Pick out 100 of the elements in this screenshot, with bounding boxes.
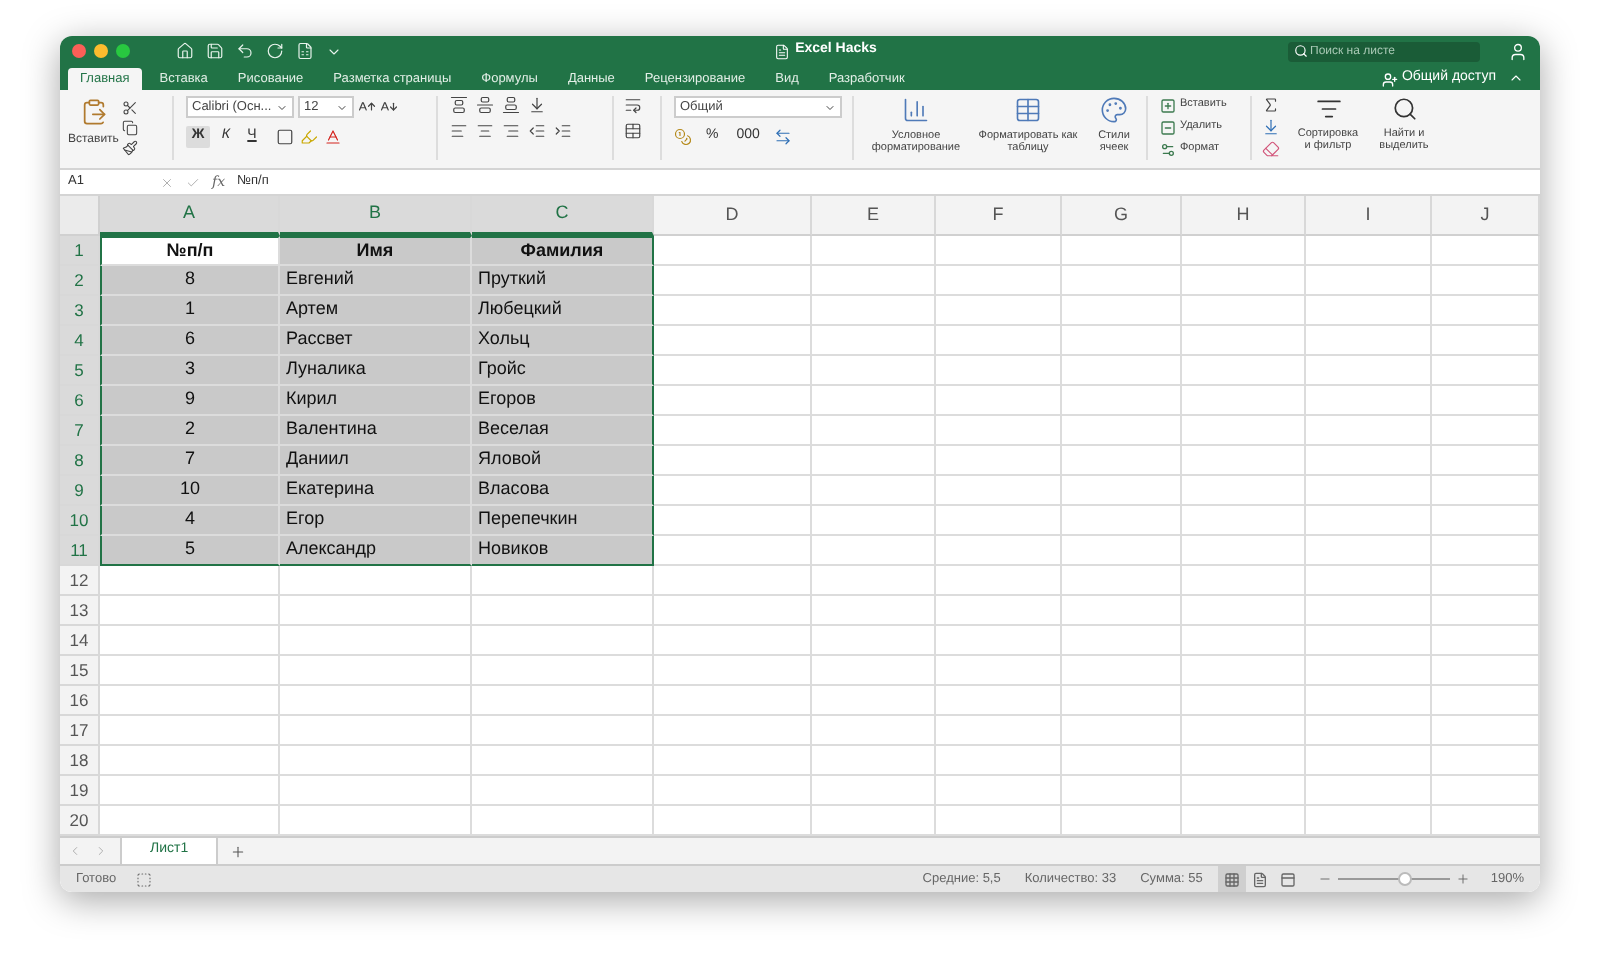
indent-decrease-icon[interactable]: [528, 122, 546, 140]
zoom-slider-thumb[interactable]: [1398, 872, 1413, 886]
row-header[interactable]: 11: [60, 536, 100, 566]
shrink-font-icon[interactable]: [380, 98, 398, 116]
grow-font-icon[interactable]: [358, 98, 376, 116]
row-header[interactable]: 16: [60, 686, 100, 716]
align-top-icon[interactable]: [450, 96, 468, 114]
paintbrush-icon[interactable]: [122, 140, 139, 156]
empty-cell: [812, 656, 936, 686]
empty-cell: [1182, 566, 1306, 596]
empty-cell: [1182, 296, 1306, 326]
table-cell: Хольц: [472, 326, 654, 356]
row-header[interactable]: 4: [60, 326, 100, 356]
bar-chart-icon: [902, 96, 930, 124]
table-cell: 10: [100, 476, 280, 506]
empty-cell: [1182, 656, 1306, 686]
empty-cell: [1062, 416, 1182, 446]
table-cell: Новиков: [472, 536, 654, 566]
font-color-icon[interactable]: [324, 128, 342, 146]
column-header[interactable]: H: [1182, 196, 1306, 236]
redo-icon[interactable]: [266, 42, 284, 60]
row-header[interactable]: 8: [60, 446, 100, 476]
column-header[interactable]: F: [936, 196, 1062, 236]
column-header[interactable]: E: [812, 196, 936, 236]
empty-cell: [1432, 686, 1540, 716]
column-header[interactable]: A: [100, 196, 280, 236]
row-header[interactable]: 17: [60, 716, 100, 746]
column-header[interactable]: C: [472, 196, 654, 236]
row-header[interactable]: 18: [60, 746, 100, 776]
table-cell: Валентина: [280, 416, 472, 446]
table-cell: Евгений: [280, 266, 472, 296]
save-icon[interactable]: [206, 42, 224, 60]
zoom-slider[interactable]: [1338, 872, 1451, 886]
table-icon: [1014, 96, 1042, 124]
scissors-icon[interactable]: [122, 100, 139, 116]
empty-cell: [1432, 266, 1540, 296]
empty-cell: [1182, 266, 1306, 296]
empty-cell: [1306, 506, 1432, 536]
empty-cell: [936, 716, 1062, 746]
empty-cell: [812, 266, 936, 296]
column-header[interactable]: I: [1306, 196, 1432, 236]
row-header[interactable]: 5: [60, 356, 100, 386]
table-cell: Яловой: [472, 446, 654, 476]
row-header[interactable]: 10: [60, 506, 100, 536]
collapse-icon[interactable]: [1508, 70, 1524, 86]
document-icon[interactable]: [296, 42, 314, 60]
table-cell: 3: [100, 356, 280, 386]
empty-cell: [936, 356, 1062, 386]
check-icon[interactable]: [186, 175, 200, 189]
row-header[interactable]: 1: [60, 236, 100, 266]
row-header[interactable]: 9: [60, 476, 100, 506]
fill-icon[interactable]: [1262, 118, 1280, 136]
row-header[interactable]: 15: [60, 656, 100, 686]
search-icon: [1294, 44, 1308, 58]
column-header[interactable]: D: [654, 196, 812, 236]
column-header[interactable]: G: [1062, 196, 1182, 236]
coins-icon[interactable]: [674, 128, 692, 146]
copy-icon[interactable]: [122, 120, 139, 136]
align-bottom-icon[interactable]: [502, 96, 520, 114]
table-cell: Кирил: [280, 386, 472, 416]
table-cell: Пруткий: [472, 266, 654, 296]
align-left-icon[interactable]: [450, 122, 468, 140]
row-header[interactable]: 12: [60, 566, 100, 596]
row-header[interactable]: 13: [60, 596, 100, 626]
empty-cell: [812, 626, 936, 656]
column-header[interactable]: B: [280, 196, 472, 236]
align-middle-icon[interactable]: [476, 96, 494, 114]
home-icon[interactable]: [176, 42, 194, 60]
empty-cell: [936, 596, 1062, 626]
row-header[interactable]: 6: [60, 386, 100, 416]
align-right-icon[interactable]: [502, 122, 520, 140]
row-header[interactable]: 7: [60, 416, 100, 446]
empty-cell: [1062, 296, 1182, 326]
eraser-icon[interactable]: [1262, 140, 1280, 158]
user-icon[interactable]: [1508, 41, 1528, 61]
empty-cell: [1062, 626, 1182, 656]
column-header[interactable]: J: [1432, 196, 1540, 236]
empty-cell: [936, 536, 1062, 566]
empty-cell: [812, 476, 936, 506]
view-button[interactable]: [1218, 866, 1247, 892]
empty-cell: [936, 776, 1062, 806]
indent-increase-icon[interactable]: [554, 122, 572, 140]
wrap-text-icon[interactable]: [624, 96, 642, 114]
table-cell: 4: [100, 506, 280, 536]
sum-icon[interactable]: [1262, 96, 1280, 114]
borders-icon[interactable]: [276, 128, 294, 146]
table-cell: Власова: [472, 476, 654, 506]
row-header[interactable]: 20: [60, 806, 100, 836]
row-header[interactable]: 3: [60, 296, 100, 326]
empty-cell: [1432, 446, 1540, 476]
empty-cell: [1432, 386, 1540, 416]
undo-icon[interactable]: [236, 42, 254, 60]
align-center-icon[interactable]: [476, 122, 494, 140]
row-header[interactable]: 2: [60, 266, 100, 296]
merge-cells-icon[interactable]: [624, 122, 642, 140]
table-cell: Егоров: [472, 386, 654, 416]
row-header[interactable]: 14: [60, 626, 100, 656]
row-header[interactable]: 19: [60, 776, 100, 806]
empty-cell: [812, 236, 936, 266]
add-sheet-icon[interactable]: [230, 843, 247, 859]
